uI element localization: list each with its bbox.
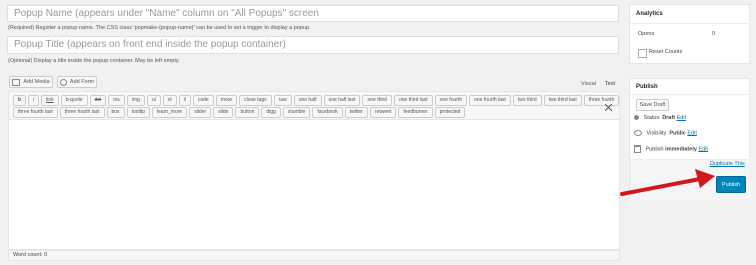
form-icon bbox=[59, 78, 67, 86]
schedule-label: Publish bbox=[645, 146, 664, 153]
quicktag-i-button[interactable]: i bbox=[28, 95, 40, 106]
quicktag-two-third-button[interactable]: two third bbox=[512, 95, 542, 106]
status-label: Status: bbox=[643, 115, 661, 121]
quicktag-button-button[interactable]: button bbox=[235, 107, 260, 118]
schedule-row: Publish immediately Edit bbox=[634, 145, 708, 153]
eye-icon bbox=[634, 130, 642, 136]
tab-visual[interactable]: Visual bbox=[581, 81, 596, 87]
quicktag-one-half-last-button[interactable]: one half last bbox=[323, 95, 361, 106]
add-media-label: Add Media bbox=[23, 79, 50, 85]
media-icon bbox=[12, 78, 21, 86]
tab-text[interactable]: Text bbox=[605, 81, 615, 87]
word-count-bar: Word count: 0 bbox=[8, 250, 620, 261]
quicktags-row-1: b i link b-quote del ins img ul ol li code more clos… bbox=[13, 95, 620, 106]
quicktag-ol-button[interactable]: ol bbox=[162, 95, 177, 106]
reset-counts-checkbox[interactable] bbox=[638, 49, 647, 58]
visibility-label: Visibility: bbox=[646, 130, 668, 137]
quicktag-retweet-button[interactable]: retweet bbox=[369, 107, 397, 118]
quicktag-one-third-button[interactable]: one third bbox=[362, 95, 392, 106]
quicktag-ul-button[interactable]: ul bbox=[146, 95, 161, 106]
quicktag-tooltip-button[interactable]: tooltip bbox=[126, 107, 150, 118]
quicktag-feedburner-button[interactable]: feedburner bbox=[398, 107, 433, 118]
word-count: Word count: 0 bbox=[13, 252, 48, 258]
schedule-value: immediately bbox=[665, 146, 697, 153]
analytics-box: Analytics Opens 0 Reset Counts bbox=[629, 4, 751, 64]
quicktag-digg-button[interactable]: digg bbox=[261, 107, 281, 118]
save-draft-button[interactable]: Save Draft bbox=[636, 99, 669, 111]
popup-title-input[interactable]: Popup Title (appears on front end inside… bbox=[7, 36, 619, 54]
quicktag-learn-more-button[interactable]: learn_more bbox=[151, 107, 188, 118]
quicktag-protected-button[interactable]: protected bbox=[434, 107, 466, 118]
quicktag-one-half-button[interactable]: one half bbox=[293, 95, 322, 106]
quicktag-three-fourth-button[interactable]: three fourth bbox=[583, 95, 620, 106]
quicktag-slide-button[interactable]: slide bbox=[213, 107, 234, 118]
popup-name-input[interactable]: Popup Name (appears under "Name" column … bbox=[7, 5, 619, 22]
publish-title: Publish bbox=[636, 84, 658, 90]
quicktag-b-button[interactable]: b bbox=[13, 95, 27, 106]
quicktag-ins-button[interactable]: ins bbox=[108, 95, 125, 106]
quicktag-one-fourth-button[interactable]: one fourth bbox=[434, 95, 468, 106]
quicktag-del-button[interactable]: del bbox=[89, 95, 107, 106]
quicktag-three-fourth-last-button[interactable]: three fourth last bbox=[59, 107, 105, 118]
quicktag-facebook-button[interactable]: facebook bbox=[312, 107, 343, 118]
quicktag-close-tags-button[interactable]: close tags bbox=[239, 95, 272, 106]
editor-toolbar: b i link b-quote del ins img ul ol li code more clos… bbox=[8, 91, 620, 119]
quicktag-three-fourth-last-button[interactable]: three fourth last bbox=[13, 107, 58, 118]
quicktag-two-third-last-button[interactable]: two third last bbox=[543, 95, 582, 106]
status-value: Draft bbox=[662, 115, 676, 121]
add-media-button[interactable]: Add Media bbox=[9, 76, 53, 88]
add-form-label: Add Form bbox=[69, 79, 95, 85]
analytics-title: Analytics bbox=[636, 11, 663, 17]
quicktag-b-quote-button[interactable]: b-quote bbox=[60, 95, 88, 106]
key-icon bbox=[634, 115, 639, 121]
quicktag-li-button[interactable]: li bbox=[178, 95, 191, 106]
quicktag-code-button[interactable]: code bbox=[192, 95, 214, 106]
editor-textarea[interactable] bbox=[8, 119, 620, 250]
quicktag-more-button[interactable]: more bbox=[215, 95, 238, 106]
visibility-value: Public bbox=[669, 130, 686, 137]
opens-label: Opens bbox=[638, 31, 655, 37]
quicktag-one-third-last-button[interactable]: one third last bbox=[393, 95, 433, 106]
popup-name-help: (Required) Register a popup name. The CS… bbox=[8, 25, 311, 31]
quicktag-one-fourth-last-button[interactable]: one fourth last bbox=[469, 95, 511, 106]
add-form-button[interactable]: Add Form bbox=[57, 76, 97, 88]
schedule-edit-link[interactable]: Edit bbox=[698, 146, 707, 152]
quicktags-row-2: three fourth last three fourth last box too… bbox=[13, 107, 619, 118]
visibility-edit-link[interactable]: Edit bbox=[687, 130, 696, 136]
quicktag-box-button[interactable]: box bbox=[106, 107, 125, 118]
calendar-icon bbox=[634, 145, 641, 153]
opens-value: 0 bbox=[712, 31, 716, 37]
fullscreen-icon[interactable] bbox=[604, 96, 613, 112]
status-edit-link[interactable]: Edit bbox=[677, 115, 686, 121]
quicktag-img-button[interactable]: img bbox=[126, 95, 145, 106]
status-row: Status: Draft Edit bbox=[634, 115, 686, 121]
popup-title-help: (Optional) Display a title inside the po… bbox=[8, 58, 180, 64]
visibility-row: Visibility: Public Edit bbox=[634, 130, 697, 136]
quicktag-link-button[interactable]: link bbox=[41, 95, 59, 106]
quicktag-slider-button[interactable]: slider bbox=[189, 107, 212, 118]
quicktag-raw-button[interactable]: raw bbox=[273, 95, 292, 106]
arrow-annotation bbox=[620, 169, 715, 196]
quicktag-stumble-button[interactable]: stumble bbox=[282, 107, 311, 118]
reset-counts-label: Reset Counts bbox=[649, 49, 683, 55]
publish-button[interactable]: Publish bbox=[716, 176, 746, 193]
quicktag-twitter-button[interactable]: twitter bbox=[344, 107, 368, 118]
